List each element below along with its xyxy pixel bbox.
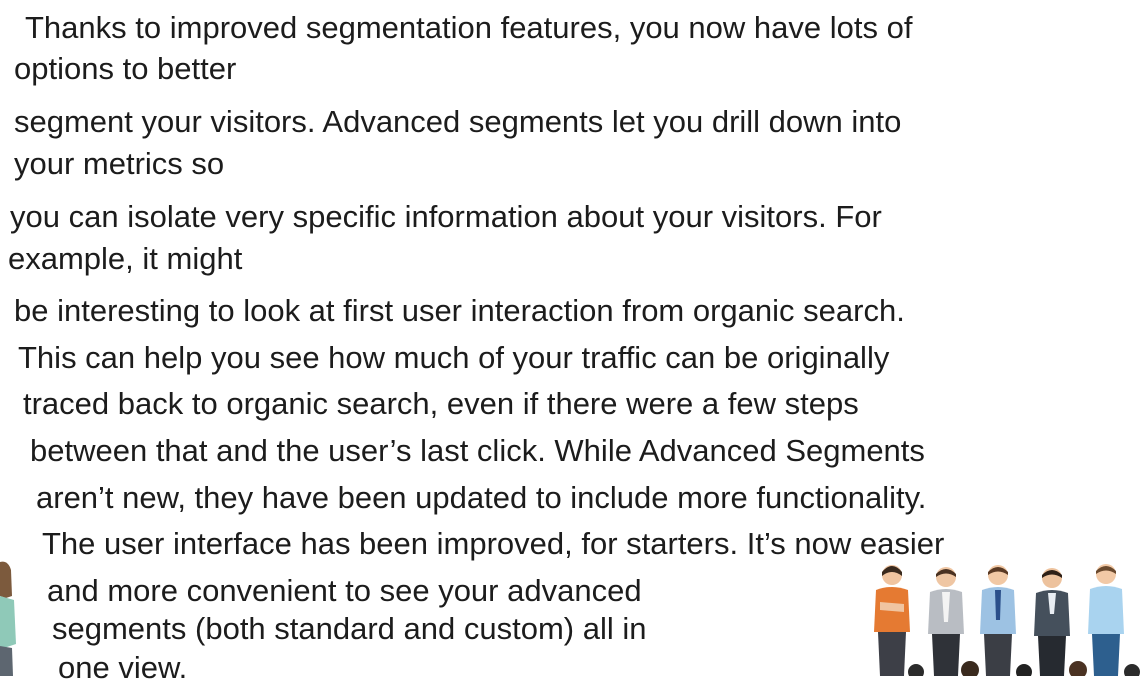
body-text-line-4: your metrics so xyxy=(14,146,225,181)
body-text-line-9: traced back to organic search, even if t… xyxy=(23,386,859,421)
body-text-line-2: options to better xyxy=(14,51,237,86)
body-text-line-6: example, it might xyxy=(8,241,243,276)
body-text-line-14: segments (both standard and custom) all … xyxy=(52,611,647,646)
body-text-line-3: segment your visitors. Advanced segments… xyxy=(14,104,902,139)
body-text-line-10: between that and the user’s last click. … xyxy=(30,433,925,468)
body-text-line-11: aren’t new, they have been updated to in… xyxy=(36,480,927,515)
body-text-line-15: one view. xyxy=(58,650,188,685)
body-text-line-5: you can isolate very specific informatio… xyxy=(10,199,882,234)
body-text-line-1: Thanks to improved segmentation features… xyxy=(25,10,913,45)
business-team-illustration xyxy=(874,564,1140,676)
body-text-line-12: The user interface has been improved, fo… xyxy=(42,526,945,561)
body-text-line-8: This can help you see how much of your t… xyxy=(18,340,890,375)
body-text-line-7: be interesting to look at first user int… xyxy=(14,293,905,328)
body-text-line-13: and more convenient to see your advanced xyxy=(47,573,642,608)
left-person-illustration xyxy=(0,561,16,676)
